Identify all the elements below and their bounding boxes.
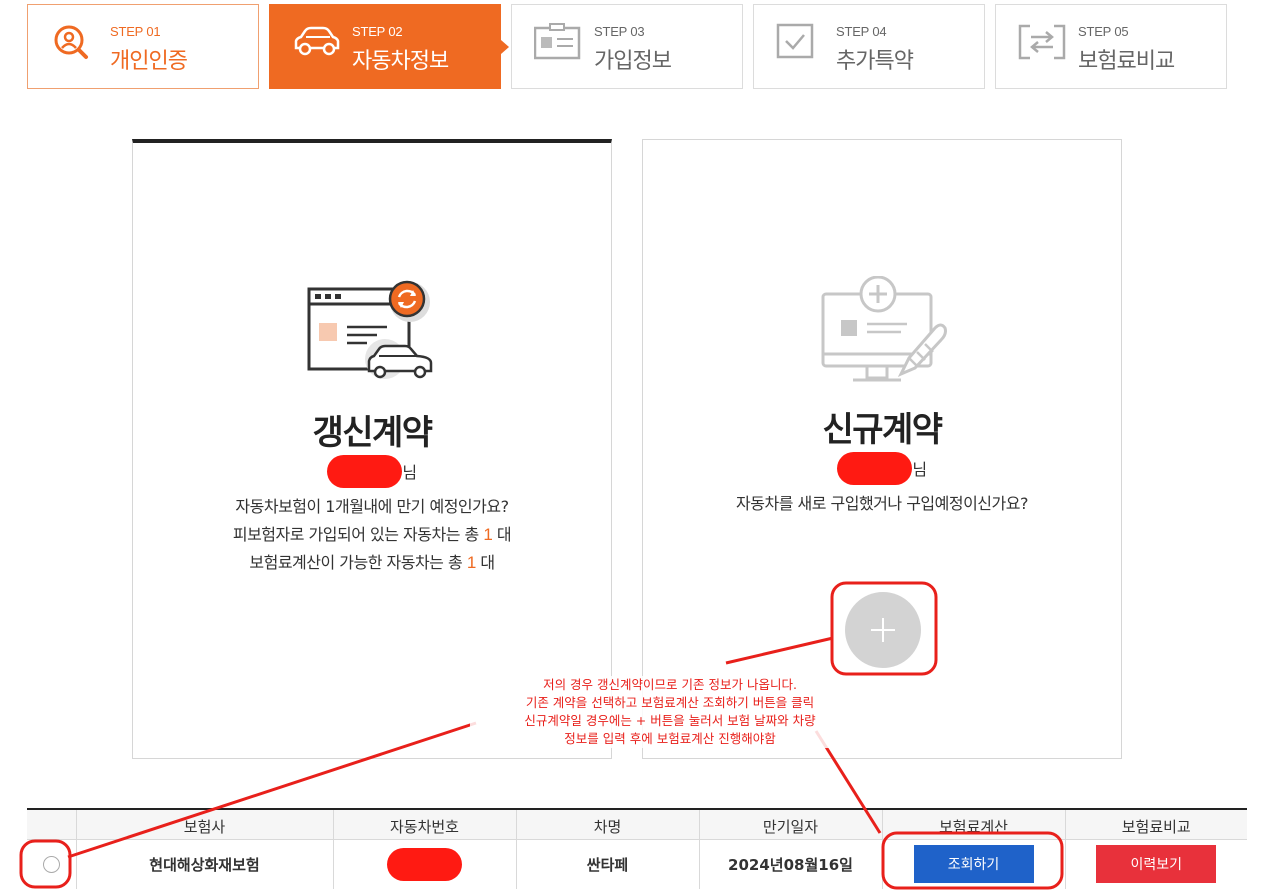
calculable-car-count: 보험료계산이 가능한 자동차는 총 1 대: [249, 553, 495, 572]
compare-arrows-icon: [1018, 24, 1066, 60]
expiry-cell: 2024년08월16일: [698, 839, 882, 889]
insured-car-count: 피보험자로 가입되어 있는 자동차는 총 1 대: [232, 525, 512, 544]
premium-compare-cell: 이력보기: [1064, 839, 1247, 889]
card-title: 신규계약: [822, 410, 943, 450]
honorific-suffix: 님: [912, 460, 927, 479]
col-header-premium-calc: 보험료계산: [881, 809, 1065, 840]
step-4-extra-options[interactable]: STEP 04 추가특약: [753, 4, 985, 89]
insurer-cell: 현대해상화재보험: [75, 839, 333, 889]
checkbox-icon: [776, 23, 814, 59]
col-header-insurer: 보험사: [75, 809, 333, 840]
renewal-contract-card[interactable]: 갱신계약 님 자동차보험이 1개월내에 만기 예정인가요? 피보험자로 가입되어…: [132, 139, 612, 759]
magnifier-person-icon: [54, 25, 88, 59]
step-label: 추가특약: [836, 49, 914, 74]
card-text-line: 자동차보험이 1개월내에 만기 예정인가요?: [235, 497, 509, 516]
step-progress: STEP 01 개인인증 STEP 02 자동차정보 STEP 03 가입정보 …: [27, 4, 1227, 89]
table-header-row: 보험사 자동차번호 차명 만기일자 보험료계산 보험료비교: [27, 809, 1247, 840]
customer-name-line: 님: [133, 455, 611, 490]
redacted-name: [837, 452, 913, 485]
col-header-expiry: 만기일자: [698, 809, 882, 840]
new-contract-card[interactable]: 신규계약 님 자동차를 새로 구입했거나 구입예정이신가요?: [642, 139, 1122, 759]
car-number-cell: [332, 839, 516, 889]
step-number: STEP 04: [836, 24, 887, 39]
premium-calc-cell: 조회하기: [881, 839, 1065, 889]
car-icon: [294, 26, 340, 56]
step-number: STEP 01: [110, 24, 161, 39]
col-header-premium-compare: 보험료비교: [1064, 809, 1247, 840]
step-label: 보험료비교: [1078, 49, 1175, 74]
step-number: STEP 05: [1078, 24, 1129, 39]
card-title: 갱신계약: [312, 413, 433, 453]
card-text-line: 자동차를 새로 구입했거나 구입예정이신가요?: [736, 494, 1028, 513]
step-2-car-info[interactable]: STEP 02 자동차정보: [269, 4, 509, 89]
add-new-car-button[interactable]: [845, 592, 921, 668]
calculable-count-value: 1: [466, 553, 476, 572]
col-header-car-name: 차명: [515, 809, 699, 840]
step-number: STEP 02: [352, 24, 403, 39]
car-name-cell: 싼타페: [515, 839, 699, 889]
honorific-suffix: 님: [402, 463, 417, 482]
col-header-car-number: 자동차번호: [332, 809, 516, 840]
contract-select-radio[interactable]: [42, 856, 60, 874]
renewal-document-car-icon: [307, 280, 433, 379]
step-5-premium-compare[interactable]: STEP 05 보험료비교: [995, 4, 1227, 89]
redacted-car-number: [387, 847, 462, 881]
step-1-personal-auth[interactable]: STEP 01 개인인증: [27, 4, 259, 89]
contract-table: 보험사 자동차번호 차명 만기일자 보험료계산 보험료비교 현대해상화재보험 싼…: [27, 808, 1247, 889]
new-document-pen-icon: [821, 276, 947, 382]
id-card-icon: [534, 23, 581, 60]
lookup-button[interactable]: 조회하기: [913, 845, 1034, 884]
step-number: STEP 03: [594, 24, 645, 39]
annotation-note: 저의 경우 갱신계약이므로 기존 정보가 나옵니다. 기존 계약을 선택하고 보…: [470, 676, 870, 748]
select-cell: [27, 839, 76, 889]
customer-name-line: 님: [643, 452, 1121, 487]
redacted-name: [327, 455, 403, 488]
step-label: 자동차정보: [352, 49, 449, 74]
step-label: 가입정보: [594, 49, 672, 74]
insured-count-value: 1: [483, 525, 493, 544]
history-button[interactable]: 이력보기: [1096, 845, 1217, 884]
step-label: 개인인증: [110, 49, 188, 74]
col-header-select: [27, 809, 76, 840]
step-3-join-info[interactable]: STEP 03 가입정보: [511, 4, 743, 89]
table-row: 현대해상화재보험 싼타페 2024년08월16일 조회하기 이력보기: [27, 839, 1247, 889]
